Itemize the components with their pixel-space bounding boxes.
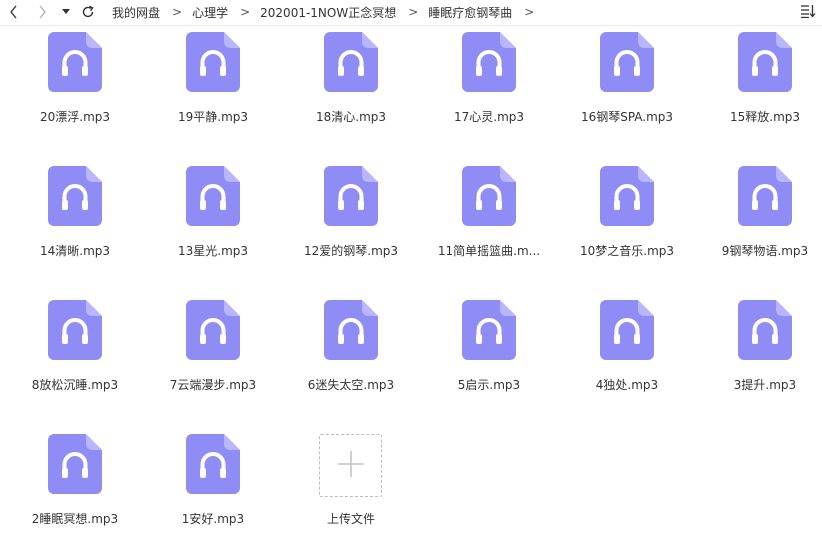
file-name: 11简单摇篮曲.m...: [437, 244, 541, 258]
chevron-left-icon: [9, 5, 19, 19]
audio-file-icon: [186, 434, 240, 494]
breadcrumb-item[interactable]: 心理学: [192, 4, 228, 21]
file-grid: 20漂浮.mp3 19平静.mp3 18清心.mp3 17心灵.mp3 16钢琴…: [0, 26, 822, 547]
sort-button[interactable]: [798, 2, 818, 22]
file-name: 12爱的钢琴.mp3: [303, 244, 399, 258]
audio-file-icon: [600, 32, 654, 92]
file-item[interactable]: 14清晰.mp3: [15, 160, 135, 270]
audio-file-icon: [186, 166, 240, 226]
plus-icon: [336, 449, 366, 483]
history-dropdown-button[interactable]: [58, 0, 74, 24]
audio-file-icon: [324, 32, 378, 92]
file-item[interactable]: 18清心.mp3: [291, 26, 411, 136]
file-item[interactable]: 10梦之音乐.mp3: [567, 160, 687, 270]
audio-file-icon: [324, 166, 378, 226]
upload-dropzone[interactable]: [319, 434, 382, 497]
sort-icon: [800, 3, 816, 22]
file-name: 1安好.mp3: [181, 512, 245, 526]
audio-file-icon: [462, 32, 516, 92]
audio-file-icon: [738, 300, 792, 360]
file-name: 16钢琴SPA.mp3: [580, 110, 674, 124]
toolbar: 我的网盘 > 心理学 > 202001-1NOW正念冥想 > 睡眠疗愈钢琴曲 >: [0, 0, 822, 26]
refresh-button[interactable]: [78, 0, 98, 24]
file-item[interactable]: 9钢琴物语.mp3: [705, 160, 822, 270]
file-name: 6迷失太空.mp3: [307, 378, 395, 392]
file-item[interactable]: 15释放.mp3: [705, 26, 822, 136]
file-item[interactable]: 20漂浮.mp3: [15, 26, 135, 136]
file-name: 13星光.mp3: [177, 244, 249, 258]
audio-file-icon: [48, 32, 102, 92]
audio-file-icon: [48, 300, 102, 360]
file-item[interactable]: 2睡眠冥想.mp3: [15, 428, 135, 538]
breadcrumb-item[interactable]: 202001-1NOW正念冥想: [260, 4, 396, 21]
breadcrumb-item-current[interactable]: 睡眠疗愈钢琴曲: [428, 4, 512, 21]
audio-file-icon: [738, 166, 792, 226]
file-name: 4独处.mp3: [595, 378, 659, 392]
caret-down-icon: [62, 9, 70, 15]
file-name: 15释放.mp3: [729, 110, 801, 124]
file-name: 5启示.mp3: [457, 378, 521, 392]
refresh-icon: [81, 5, 95, 19]
file-name: 20漂浮.mp3: [39, 110, 111, 124]
audio-file-icon: [600, 166, 654, 226]
file-name: 9钢琴物语.mp3: [721, 244, 809, 258]
file-name: 7云端漫步.mp3: [169, 378, 257, 392]
audio-file-icon: [48, 434, 102, 494]
audio-file-icon: [462, 166, 516, 226]
audio-file-icon: [324, 300, 378, 360]
file-item[interactable]: 8放松沉睡.mp3: [15, 294, 135, 404]
file-name: 14清晰.mp3: [39, 244, 111, 258]
file-name: 17心灵.mp3: [453, 110, 525, 124]
upload-label: 上传文件: [326, 512, 375, 526]
breadcrumb-separator: >: [240, 5, 251, 19]
breadcrumb-separator: >: [172, 5, 183, 19]
file-item[interactable]: 12爱的钢琴.mp3: [291, 160, 411, 270]
file-name: 10梦之音乐.mp3: [579, 244, 675, 258]
audio-file-icon: [462, 300, 516, 360]
file-item[interactable]: 4独处.mp3: [567, 294, 687, 404]
breadcrumb: 我的网盘 > 心理学 > 202001-1NOW正念冥想 > 睡眠疗愈钢琴曲 >: [112, 0, 544, 24]
back-button[interactable]: [4, 0, 24, 24]
file-name: 3提升.mp3: [733, 378, 797, 392]
audio-file-icon: [600, 300, 654, 360]
breadcrumb-separator: >: [524, 5, 535, 19]
file-item[interactable]: 11简单摇篮曲.m...: [429, 160, 549, 270]
file-name: 8放松沉睡.mp3: [31, 378, 119, 392]
file-name: 18清心.mp3: [315, 110, 387, 124]
file-item[interactable]: 1安好.mp3: [153, 428, 273, 538]
file-item[interactable]: 5启示.mp3: [429, 294, 549, 404]
file-item[interactable]: 3提升.mp3: [705, 294, 822, 404]
chevron-right-icon: [37, 5, 47, 19]
upload-file-button[interactable]: 上传文件: [291, 428, 411, 538]
audio-file-icon: [48, 166, 102, 226]
audio-file-icon: [738, 32, 792, 92]
file-name: 19平静.mp3: [177, 110, 249, 124]
file-item[interactable]: 6迷失太空.mp3: [291, 294, 411, 404]
breadcrumb-separator: >: [408, 5, 419, 19]
forward-button[interactable]: [32, 0, 52, 24]
file-item[interactable]: 13星光.mp3: [153, 160, 273, 270]
breadcrumb-item[interactable]: 我的网盘: [112, 4, 160, 21]
file-name: 2睡眠冥想.mp3: [31, 512, 119, 526]
audio-file-icon: [186, 32, 240, 92]
audio-file-icon: [186, 300, 240, 360]
file-item[interactable]: 17心灵.mp3: [429, 26, 549, 136]
file-item[interactable]: 7云端漫步.mp3: [153, 294, 273, 404]
file-item[interactable]: 16钢琴SPA.mp3: [567, 26, 687, 136]
file-item[interactable]: 19平静.mp3: [153, 26, 273, 136]
